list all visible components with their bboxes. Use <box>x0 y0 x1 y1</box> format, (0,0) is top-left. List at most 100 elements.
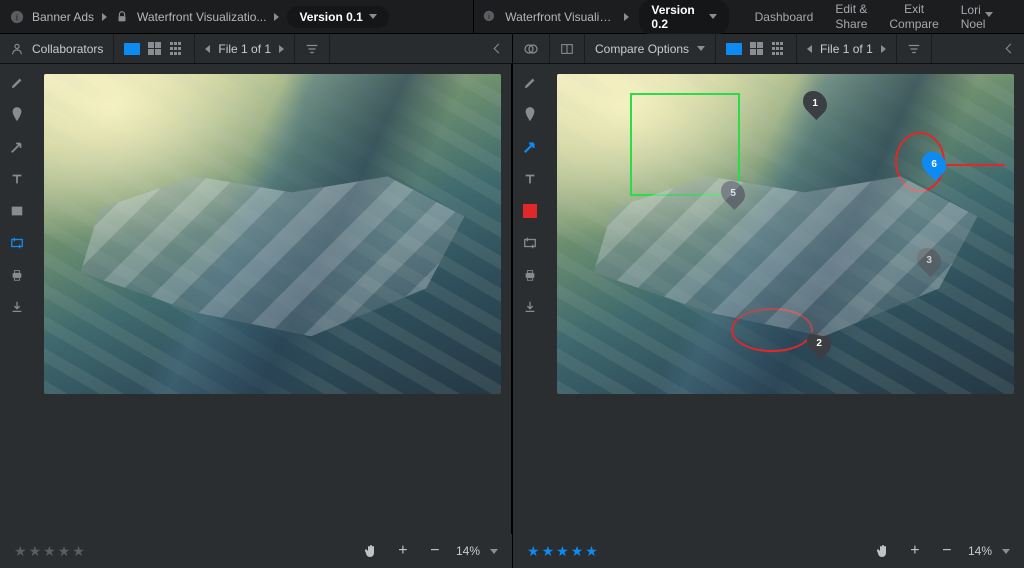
canvas-right[interactable]: 1 5 6 3 2 <box>547 64 1024 534</box>
next-file-icon[interactable] <box>881 45 886 53</box>
chevron-left-icon <box>1006 44 1016 54</box>
file-counter: File 1 of 1 <box>218 42 271 56</box>
annotation-pin-3[interactable]: 3 <box>918 247 940 273</box>
prev-file-icon[interactable] <box>205 45 210 53</box>
footer: ★★★★★ + − 14% ★★★★★ + − 14% <box>0 534 1024 568</box>
pin-tool-icon[interactable] <box>521 106 539 124</box>
chevron-down-icon[interactable] <box>490 549 498 554</box>
view-mode-group-right <box>716 34 797 63</box>
image-right: 1 5 6 3 2 <box>557 74 1014 394</box>
print-tool-icon[interactable] <box>8 266 26 284</box>
compare-options-button[interactable]: Compare Options <box>585 34 716 63</box>
color-swatch-red[interactable] <box>521 202 539 220</box>
file-name-right[interactable]: Waterfront Visualizatio... <box>505 10 614 24</box>
zoom-out-button[interactable]: − <box>424 540 446 562</box>
file-name-left[interactable]: Waterfront Visualizatio... <box>137 10 266 24</box>
zoom-in-button[interactable]: + <box>904 540 926 562</box>
crop-tool-icon[interactable] <box>521 234 539 252</box>
secondbar-right: Compare Options File 1 of 1 <box>513 34 1024 63</box>
version-label: Version 0.2 <box>651 3 702 31</box>
user-menu[interactable]: Lori Noel <box>955 3 1014 31</box>
filter-button[interactable] <box>295 34 330 63</box>
secondbar: Collaborators File 1 of 1 <box>0 34 1024 64</box>
collaborators-button[interactable]: Collaborators <box>0 34 114 63</box>
view-grid3-icon[interactable] <box>170 42 184 56</box>
filter-button-right[interactable] <box>897 34 932 63</box>
annotation-pin-5[interactable]: 5 <box>722 180 744 206</box>
toolbar-left <box>0 64 34 534</box>
download-tool-icon[interactable] <box>521 298 539 316</box>
annotation-pin-2[interactable]: 2 <box>808 330 830 356</box>
view-single-icon[interactable] <box>124 43 140 55</box>
breadcrumb[interactable]: Banner Ads <box>32 10 94 24</box>
chevron-down-icon[interactable] <box>1002 549 1010 554</box>
toolbar-right <box>513 64 547 534</box>
download-tool-icon[interactable] <box>8 298 26 316</box>
overlay-toggle[interactable] <box>513 34 550 63</box>
viewer-right: 1 5 6 3 2 <box>513 64 1024 534</box>
view-single-icon[interactable] <box>726 43 742 55</box>
print-tool-icon[interactable] <box>521 266 539 284</box>
chevron-down-icon <box>709 14 717 19</box>
zoom-level: 14% <box>456 544 480 558</box>
file-chevron-icon <box>274 13 279 21</box>
text-tool-icon[interactable] <box>521 170 539 188</box>
file-pager-right: File 1 of 1 <box>797 34 897 63</box>
rect-tool-icon[interactable] <box>8 202 26 220</box>
nav-edit-share[interactable]: Edit &Share <box>829 2 873 31</box>
view-grid2-icon[interactable] <box>750 42 764 56</box>
collapse-left-button[interactable] <box>330 34 512 63</box>
nav-exit-compare[interactable]: ExitCompare <box>883 2 944 31</box>
canvas-left[interactable] <box>34 64 511 534</box>
info-icon[interactable]: i <box>10 10 24 24</box>
file-pager-left: File 1 of 1 <box>195 34 295 63</box>
next-file-icon[interactable] <box>279 45 284 53</box>
split-toggle[interactable] <box>550 34 585 63</box>
prev-file-icon[interactable] <box>807 45 812 53</box>
arrow-tool-icon[interactable] <box>8 138 26 156</box>
chevron-down-icon <box>985 12 993 31</box>
version-pill-right[interactable]: Version 0.2 <box>639 0 728 35</box>
secondbar-left: Collaborators File 1 of 1 <box>0 34 512 63</box>
chevron-down-icon <box>697 46 705 51</box>
rating-right[interactable]: ★★★★★ <box>527 543 598 560</box>
collapse-right-button[interactable] <box>932 34 1024 63</box>
zoom-out-button[interactable]: − <box>936 540 958 562</box>
footer-left: ★★★★★ + − 14% <box>0 534 512 568</box>
pencil-tool-icon[interactable] <box>521 74 539 92</box>
info-icon[interactable]: i <box>483 10 495 24</box>
arrow-tool-icon[interactable] <box>521 138 539 156</box>
file-counter: File 1 of 1 <box>820 42 873 56</box>
lock-icon <box>115 10 129 24</box>
chevron-down-icon <box>369 14 377 19</box>
pin-tool-icon[interactable] <box>8 106 26 124</box>
annotation-pin-1[interactable]: 1 <box>804 90 826 116</box>
content: 1 5 6 3 2 <box>0 64 1024 534</box>
pan-hand-icon[interactable] <box>360 540 382 562</box>
star-icon[interactable]: ★ <box>14 543 27 560</box>
topbar: i Banner Ads Waterfront Visualizatio... … <box>0 0 1024 34</box>
text-tool-icon[interactable] <box>8 170 26 188</box>
nav-dashboard[interactable]: Dashboard <box>749 10 820 24</box>
rating-left[interactable]: ★★★★★ <box>14 543 85 560</box>
viewer-left <box>0 64 511 534</box>
zoom-in-button[interactable]: + <box>392 540 414 562</box>
app-root: i Banner Ads Waterfront Visualizatio... … <box>0 0 1024 568</box>
view-grid3-icon[interactable] <box>772 42 786 56</box>
view-grid2-icon[interactable] <box>148 42 162 56</box>
pan-hand-icon[interactable] <box>872 540 894 562</box>
footer-right: ★★★★★ + − 14% <box>512 534 1024 568</box>
file-chevron-icon <box>624 13 629 21</box>
person-icon <box>10 42 24 56</box>
annotation-red-oval-2[interactable] <box>731 308 813 353</box>
star-icon[interactable]: ★ <box>527 543 540 560</box>
crop-tool-icon[interactable] <box>8 234 26 252</box>
topbar-right: i Waterfront Visualizatio... Version 0.2… <box>473 0 1024 33</box>
pencil-tool-icon[interactable] <box>8 74 26 92</box>
chevron-left-icon <box>494 44 504 54</box>
svg-text:i: i <box>16 12 18 22</box>
topbar-left: i Banner Ads Waterfront Visualizatio... … <box>0 0 473 33</box>
version-pill-left[interactable]: Version 0.1 <box>287 6 388 28</box>
annotation-green-rect[interactable] <box>630 93 740 195</box>
annotation-pin-6[interactable]: 6 <box>923 151 945 177</box>
